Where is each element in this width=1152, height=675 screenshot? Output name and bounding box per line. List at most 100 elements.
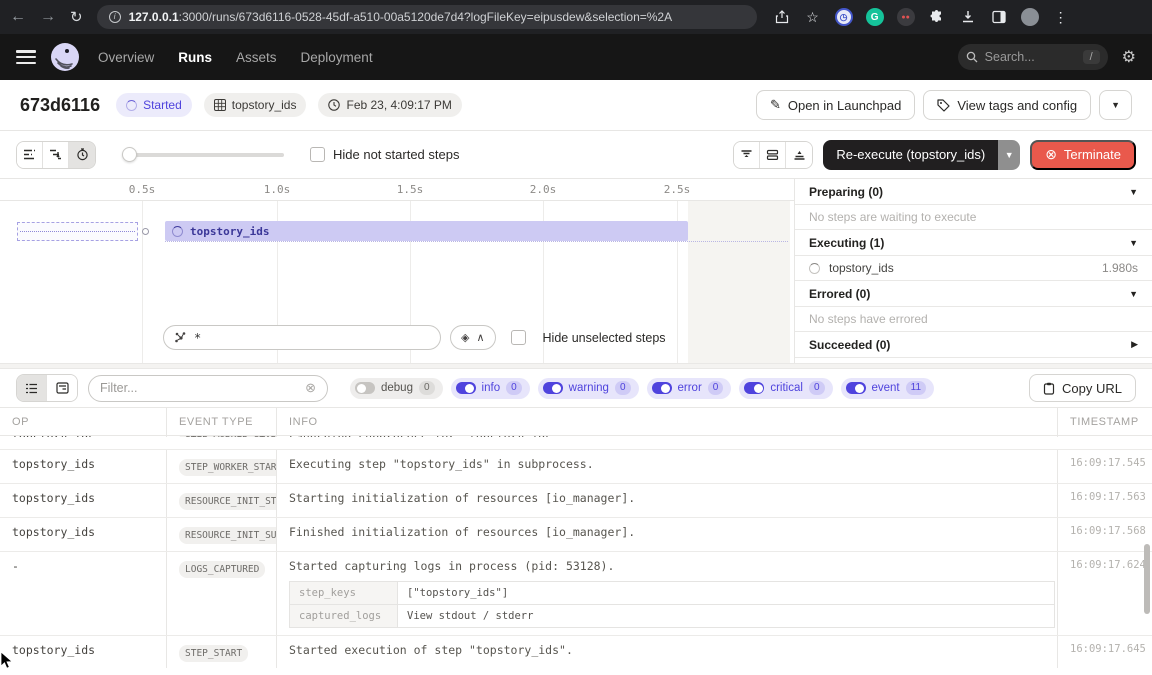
split-panels-button[interactable] <box>760 142 786 168</box>
hide-unselected-checkbox[interactable] <box>511 330 526 345</box>
meta-key: step_keys <box>290 582 398 604</box>
toggle-icon <box>652 382 672 394</box>
chevron-right-icon: ▶ <box>1131 339 1138 350</box>
run-time-pill: Feb 23, 4:09:17 PM <box>318 93 461 117</box>
log-scrollbar[interactable] <box>1144 544 1150 614</box>
open-in-launchpad-button[interactable]: ✎ Open in Launchpad <box>756 90 915 120</box>
caret-up-icon: ∧ <box>476 331 484 344</box>
graph-query-icon <box>174 331 187 344</box>
nav-deployment[interactable]: Deployment <box>301 50 373 65</box>
gantt-future-region <box>688 201 790 363</box>
toggle-icon <box>355 382 375 394</box>
sidepanel-icon[interactable] <box>990 8 1008 26</box>
clipboard-icon <box>1043 382 1055 395</box>
gantt-view-mode-segment <box>16 141 96 169</box>
log-filter-field[interactable] <box>100 381 305 395</box>
browser-back-icon[interactable]: ← <box>10 8 26 26</box>
share-icon[interactable] <box>773 8 791 26</box>
terminate-button[interactable]: ⊗ Terminate <box>1030 140 1136 170</box>
view-timed-button[interactable] <box>69 142 95 168</box>
clear-filter-icon[interactable]: ⊗ <box>305 380 316 396</box>
log-row[interactable]: topstory_ids RESOURCE_INIT_STAR… Startin… <box>0 484 1152 518</box>
log-row[interactable]: - LOGS_CAPTURED Started capturing logs i… <box>0 552 1152 636</box>
level-toggle-info[interactable]: info 0 <box>451 378 530 399</box>
nav-assets[interactable]: Assets <box>236 50 277 65</box>
succeeded-section-header[interactable]: Succeeded (0) ▶ <box>795 332 1152 358</box>
axis-tick: 1.5s <box>397 183 424 196</box>
executing-section-header[interactable]: Executing (1) ▼ <box>795 230 1152 256</box>
step-selector-value[interactable] <box>194 331 430 345</box>
pencil-icon: ✎ <box>770 97 781 113</box>
log-structured-view-button[interactable] <box>47 375 77 401</box>
log-filter-input[interactable]: ⊗ <box>88 375 328 402</box>
extension-grammarly-icon[interactable]: G <box>866 8 884 26</box>
chevron-down-icon: ▼ <box>1111 100 1120 110</box>
run-more-actions-button[interactable]: ▼ <box>1099 90 1132 120</box>
log-row[interactable]: topstory_ids STEP_WORKER_STARTED Executi… <box>0 450 1152 484</box>
collapse-bottom-button[interactable] <box>734 142 760 168</box>
extension-clock-icon[interactable]: ◷ <box>835 8 853 26</box>
errored-section-header[interactable]: Errored (0) ▼ <box>795 281 1152 307</box>
zoom-slider[interactable] <box>124 153 284 157</box>
log-meta-table: step_keys ["topstory_ids"] captured_logs… <box>289 581 1055 628</box>
chevron-down-icon: ▼ <box>1129 187 1138 197</box>
event-type-tag: STEP_WORKER_STARTI… <box>179 436 277 437</box>
executing-step-row[interactable]: topstory_ids 1.980s <box>795 256 1152 281</box>
dagster-logo[interactable] <box>50 42 80 72</box>
toggle-icon <box>543 382 563 394</box>
log-row[interactable]: topstory_ids RESOURCE_INIT_SUCC… Finishe… <box>0 518 1152 552</box>
preparing-empty-text: No steps are waiting to execute <box>795 205 1152 230</box>
zoom-slider-thumb[interactable] <box>122 147 137 162</box>
collapse-top-button[interactable] <box>786 142 812 168</box>
nav-runs[interactable]: Runs <box>178 50 212 65</box>
log-row[interactable]: topstory_ids STEP_START Started executio… <box>0 636 1152 668</box>
captured-logs-link[interactable]: View stdout / stderr <box>398 605 1054 627</box>
gantt-step-label: topstory_ids <box>190 225 269 238</box>
settings-gear-icon[interactable]: ⚙ <box>1122 47 1136 67</box>
profile-avatar[interactable] <box>1021 8 1039 26</box>
browser-menu-icon[interactable]: ⋮ <box>1052 8 1070 26</box>
hamburger-menu-icon[interactable] <box>16 50 36 64</box>
layers-icon: ◈ <box>461 331 469 344</box>
view-tags-config-button[interactable]: View tags and config <box>923 90 1091 120</box>
search-placeholder: Search... <box>985 50 1076 64</box>
gantt-duration-dotline <box>165 241 788 242</box>
meta-key: captured_logs <box>290 605 398 627</box>
step-selector-input[interactable] <box>163 325 441 350</box>
level-toggle-warning[interactable]: warning 0 <box>538 378 639 399</box>
chevron-down-icon: ▼ <box>1129 289 1138 299</box>
address-bar[interactable]: i 127.0.0.1:3000/runs/673d6116-0528-45df… <box>97 5 757 29</box>
level-toggle-debug[interactable]: debug 0 <box>350 378 443 399</box>
graph-options-button[interactable]: ◈ ∧ <box>450 325 496 350</box>
nav-overview[interactable]: Overview <box>98 50 154 65</box>
tag-icon <box>937 99 950 112</box>
browser-reload-icon[interactable]: ↻ <box>70 8 83 26</box>
gantt-step-bar[interactable]: topstory_ids <box>165 221 688 241</box>
log-list-view-button[interactable] <box>17 375 47 401</box>
site-info-icon[interactable]: i <box>109 11 121 23</box>
spinner-icon <box>172 226 183 237</box>
downloads-icon[interactable] <box>959 8 977 26</box>
run-job-pill[interactable]: topstory_ids <box>204 93 307 117</box>
hide-not-started-checkbox[interactable] <box>310 147 325 162</box>
preparing-section-header[interactable]: Preparing (0) ▼ <box>795 179 1152 205</box>
chevron-down-icon: ▼ <box>1129 238 1138 248</box>
global-search[interactable]: Search... / <box>958 44 1108 70</box>
log-row[interactable]: topstory_ids STEP_WORKER_STARTI… Launchi… <box>0 436 1152 450</box>
bookmark-star-icon[interactable]: ☆ <box>804 8 822 26</box>
event-type-tag: STEP_START <box>179 645 248 662</box>
copy-url-button[interactable]: Copy URL <box>1029 374 1136 402</box>
search-icon <box>966 51 978 63</box>
level-toggle-error[interactable]: error 0 <box>647 378 732 399</box>
reexecute-caret-icon[interactable]: ▼ <box>998 140 1020 170</box>
level-toggle-event[interactable]: event 11 <box>841 378 935 399</box>
view-waterfall-button[interactable] <box>43 142 69 168</box>
reexecute-button[interactable]: Re-execute (topstory_ids) <box>823 140 998 170</box>
log-rows: topstory_ids STEP_WORKER_STARTI… Launchi… <box>0 436 1152 668</box>
extension-dark-icon[interactable]: ●● <box>897 8 915 26</box>
axis-tick: 2.0s <box>530 183 557 196</box>
view-flat-button[interactable] <box>17 142 43 168</box>
level-toggle-critical[interactable]: critical 0 <box>739 378 832 399</box>
browser-forward-icon[interactable]: → <box>40 8 56 26</box>
extensions-puzzle-icon[interactable] <box>928 8 946 26</box>
